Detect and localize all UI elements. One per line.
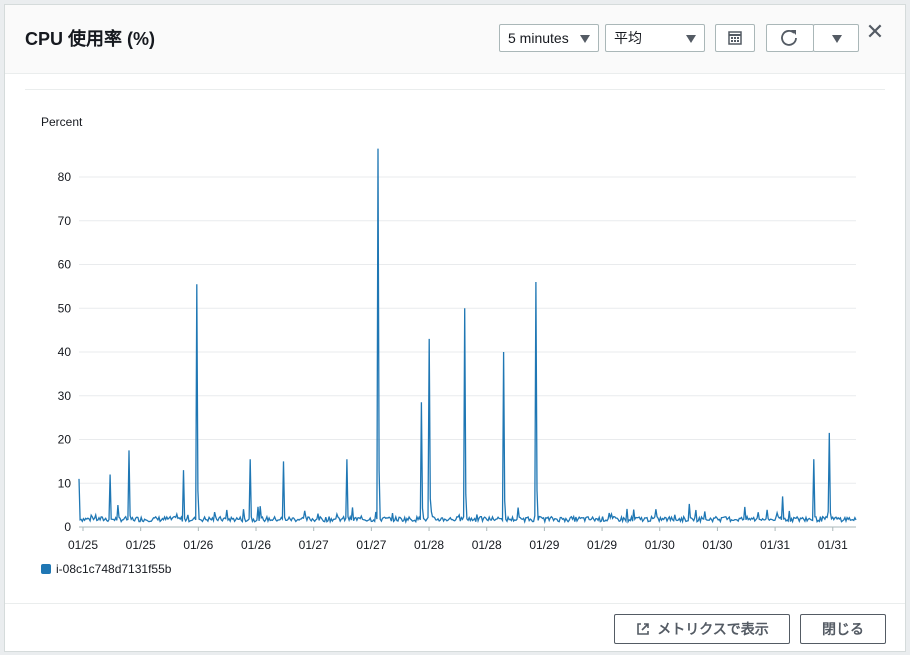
x-tick-label: 01/26 <box>241 538 271 552</box>
chevron-down-icon <box>686 35 696 43</box>
modal-footer: メトリクスで表示 閉じる <box>5 603 905 651</box>
x-tick-label: 01/28 <box>472 538 502 552</box>
y-tick-label: 50 <box>58 301 72 315</box>
x-tick-label: 01/30 <box>645 538 675 552</box>
modal-dialog: CPU 使用率 (%) 5 minutes 平均 ✕ Percent 0 10 … <box>4 4 906 652</box>
x-tick-label: 01/30 <box>702 538 732 552</box>
y-tick-label: 80 <box>58 170 72 184</box>
x-tick-label: 01/31 <box>818 538 848 552</box>
close-button-label: 閉じる <box>822 621 864 637</box>
chevron-down-icon <box>832 35 842 43</box>
x-tick-label: 01/25 <box>126 538 156 552</box>
y-tick-label: 30 <box>58 389 72 403</box>
y-tick-label: 20 <box>58 433 72 447</box>
series-line <box>78 148 857 525</box>
chart-area: Percent 0 10 20 30 40 50 60 70 80 01/25 01/25 01/26 0… <box>25 89 885 580</box>
refresh-options-button[interactable] <box>813 24 859 52</box>
refresh-icon <box>781 30 797 46</box>
period-select-value: 5 minutes <box>508 30 569 46</box>
external-link-icon <box>637 623 650 635</box>
x-tick-label: 01/29 <box>587 538 617 552</box>
view-in-metrics-button[interactable]: メトリクスで表示 <box>614 614 790 644</box>
x-tick-label: 01/27 <box>356 538 386 552</box>
legend-label: i-08c1c748d7131f55b <box>56 562 172 576</box>
calendar-button[interactable] <box>715 24 755 52</box>
refresh-button[interactable] <box>766 24 814 52</box>
statistic-select[interactable]: 平均 <box>605 24 705 52</box>
calendar-icon <box>728 31 742 45</box>
modal-title: CPU 使用率 (%) <box>25 29 155 49</box>
cpu-utilization-chart: Percent 0 10 20 30 40 50 60 70 80 01/25 01/25 01/26 0… <box>41 115 857 576</box>
y-axis-label: Percent <box>41 115 83 129</box>
y-tick-label: 70 <box>58 214 72 228</box>
statistic-select-value: 平均 <box>614 30 642 46</box>
y-tick-label: 40 <box>58 345 72 359</box>
modal-header: CPU 使用率 (%) 5 minutes 平均 ✕ <box>5 5 905 74</box>
y-tick-label: 10 <box>58 476 72 490</box>
close-button[interactable]: 閉じる <box>800 614 886 644</box>
x-tick-label: 01/25 <box>68 538 98 552</box>
y-tick-label: 0 <box>64 520 71 534</box>
x-tick-label: 01/29 <box>529 538 559 552</box>
close-icon[interactable]: ✕ <box>865 21 885 43</box>
period-select[interactable]: 5 minutes <box>499 24 599 52</box>
x-tick-label: 01/26 <box>183 538 213 552</box>
y-tick-label: 60 <box>58 258 72 272</box>
x-tick-label: 01/28 <box>414 538 444 552</box>
legend-swatch <box>41 564 51 574</box>
x-tick-label: 01/27 <box>299 538 329 552</box>
chevron-down-icon <box>580 35 590 43</box>
x-tick-label: 01/31 <box>760 538 790 552</box>
view-in-metrics-label: メトリクスで表示 <box>657 621 769 637</box>
